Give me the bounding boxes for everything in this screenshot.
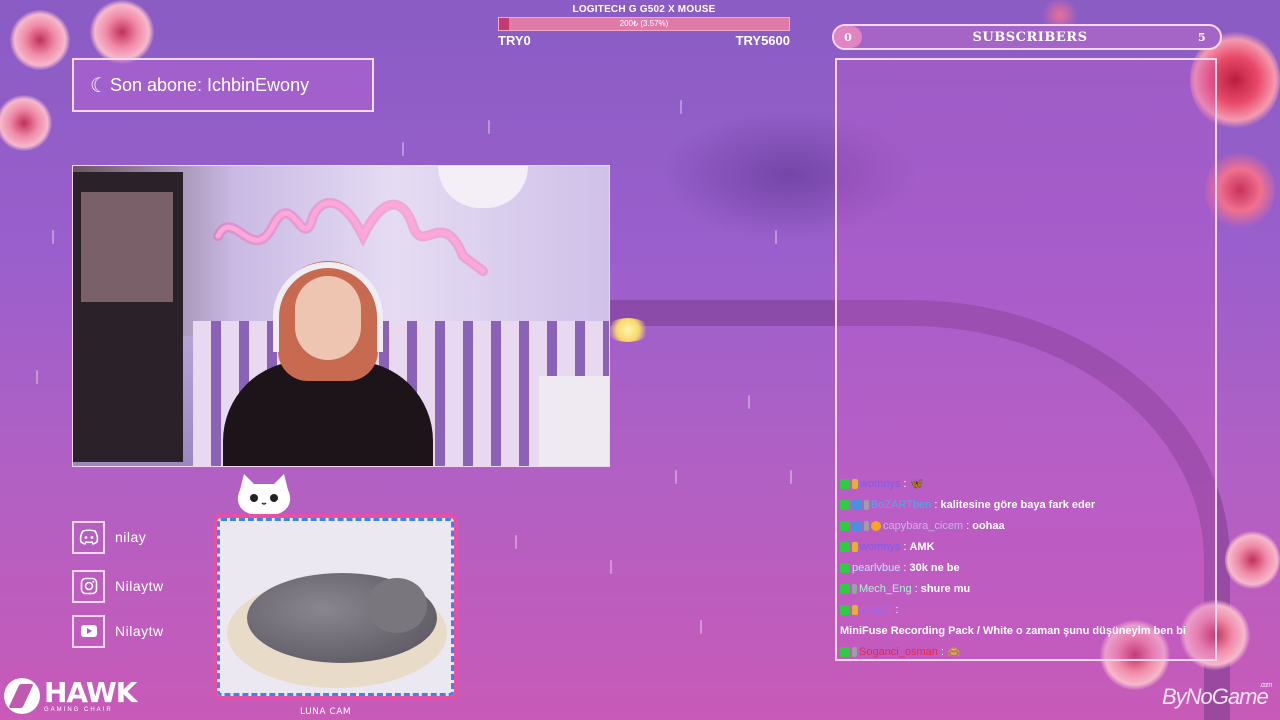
chat-badge-icon <box>852 521 862 531</box>
chat-badge-icon <box>852 647 857 657</box>
rain-drop <box>675 470 677 484</box>
chat-separator: : <box>895 604 902 616</box>
goal-progress-bar: 200₺ (3.57%) <box>498 17 790 31</box>
pet-camera <box>213 514 458 700</box>
rain-drop <box>775 230 777 244</box>
subscriber-goal: 5 <box>1198 30 1206 44</box>
latest-subscriber-box: ☾ Son abone: IchbinEwony <box>72 58 374 112</box>
chat-badge-icon <box>840 521 850 531</box>
chat-badge-icon <box>852 542 858 552</box>
chat-message: capybara_cicem: oohaa <box>840 516 1210 537</box>
cat-head <box>367 578 427 633</box>
chat-username[interactable]: womnys <box>860 537 900 558</box>
chat-message-text: kalitesine göre baya fark eder <box>940 499 1096 511</box>
lamp-light <box>606 318 650 342</box>
mirror <box>81 192 173 302</box>
rain-drop <box>610 560 612 574</box>
chat-message-text: AMK <box>909 541 935 553</box>
rain-drop <box>515 535 517 549</box>
youtube-icon <box>72 614 105 648</box>
youtube-handle: Nilaytw <box>115 623 164 639</box>
blossom-decoration <box>90 0 154 64</box>
chat-badge-icon <box>840 563 850 573</box>
rain-drop <box>402 142 404 156</box>
chat-badge-icon <box>840 605 850 615</box>
chat-message-text: 30k ne be <box>909 562 960 574</box>
chat-message: womnys: AMK <box>840 537 1210 558</box>
discord-icon <box>72 520 105 554</box>
nightstand <box>539 376 609 466</box>
goal-title: LOGITECH G G502 X MOUSE <box>572 4 716 15</box>
dresser <box>73 172 183 462</box>
chat-messages: womnys: 🦋 BoZARTben: kalitesine göre baya… <box>840 474 1210 663</box>
chat-message: Soganci_osman: 🙈 <box>840 642 1210 663</box>
chat-message: Mech_Eng: shure mu <box>840 579 1210 600</box>
watermark-text: ByNoGame <box>1162 684 1269 709</box>
chat-message-text: 🦋 <box>909 478 924 490</box>
chat-message: BoZARTben: kalitesine göre baya fark ede… <box>840 495 1210 516</box>
chat-badge-icon <box>840 584 850 594</box>
chat-badge-icon <box>840 542 850 552</box>
rain-drop <box>790 470 792 484</box>
chat-badge-icon <box>840 479 850 489</box>
instagram-icon <box>72 569 105 603</box>
subscriber-count: 0 <box>834 26 862 48</box>
blossom-decoration <box>10 10 70 70</box>
bynogame-watermark: ByNoGame .com <box>1162 682 1272 710</box>
hawk-sponsor-logo: HAWK GAMING CHAIR <box>4 676 137 714</box>
blossom-decoration <box>1225 530 1280 590</box>
chat-username[interactable]: pearlvbue <box>852 558 900 579</box>
chat-badge-icon <box>852 500 862 510</box>
chat-badge-icon <box>852 584 857 594</box>
instagram-handle: Nilaytw <box>115 578 164 594</box>
goal-progress-text: 200₺ (3.57%) <box>619 19 669 28</box>
chat-username[interactable]: womnys <box>860 474 900 495</box>
chat-message-text: oohaa <box>972 520 1005 532</box>
blossom-decoration <box>0 95 52 151</box>
rain-drop <box>680 100 682 114</box>
subscriber-goal-bar: 0 SUBSCRIBERS 5 <box>832 24 1222 50</box>
chat-message: womnys: 🦋 <box>840 474 1210 495</box>
rain-drop <box>488 120 490 134</box>
chat-message: oizq01: MiniFuse Recording Pack / White … <box>840 600 1210 642</box>
chat-message-text: 🙈 <box>947 646 961 658</box>
chat-badge-icon <box>864 521 869 531</box>
goal-start-amount: TRY0 <box>498 33 531 48</box>
chat-badge-icon <box>840 500 850 510</box>
goal-end-amount: TRY5600 <box>735 33 790 48</box>
donation-goal: LOGITECH G G502 X MOUSE 200₺ (3.57%) TRY… <box>498 4 790 52</box>
moon-icon: ☾ <box>90 74 108 97</box>
chat-username[interactable]: Mech_Eng <box>859 579 912 600</box>
chat-message-text: shure mu <box>920 583 971 595</box>
rain-drop <box>748 395 750 409</box>
chat-badge-icon <box>852 479 858 489</box>
chat-badge-icon <box>864 500 869 510</box>
chat-message-text: MiniFuse Recording Pack / White o zaman … <box>840 625 1186 637</box>
chat-username[interactable]: Soganci_osman <box>859 642 938 663</box>
latest-subscriber-text: Son abone: IchbinEwony <box>109 74 310 95</box>
chat-username[interactable]: oizq01 <box>860 600 892 621</box>
chat-badge-icon <box>852 605 858 615</box>
chat-badge-icon <box>840 647 850 657</box>
subscriber-label: SUBSCRIBERS <box>972 29 1088 45</box>
watermark-domain: .com <box>1260 682 1272 689</box>
rain-drop <box>52 230 54 244</box>
rain-drop <box>36 370 38 384</box>
discord-handle: nilay <box>115 529 147 545</box>
chat-badge-icon <box>871 521 881 531</box>
rain-drop <box>700 620 702 634</box>
chat-username[interactable]: BoZARTben <box>871 495 931 516</box>
chat-message: pearlvbue: 30k ne be <box>840 558 1210 579</box>
sponsor-name: HAWK <box>44 676 137 709</box>
chat-username[interactable]: capybara_cicem <box>883 516 963 537</box>
pet-camera-label: LUNA CAM <box>300 707 352 717</box>
streamer-webcam <box>72 165 610 467</box>
hawk-logo-icon <box>4 678 40 714</box>
